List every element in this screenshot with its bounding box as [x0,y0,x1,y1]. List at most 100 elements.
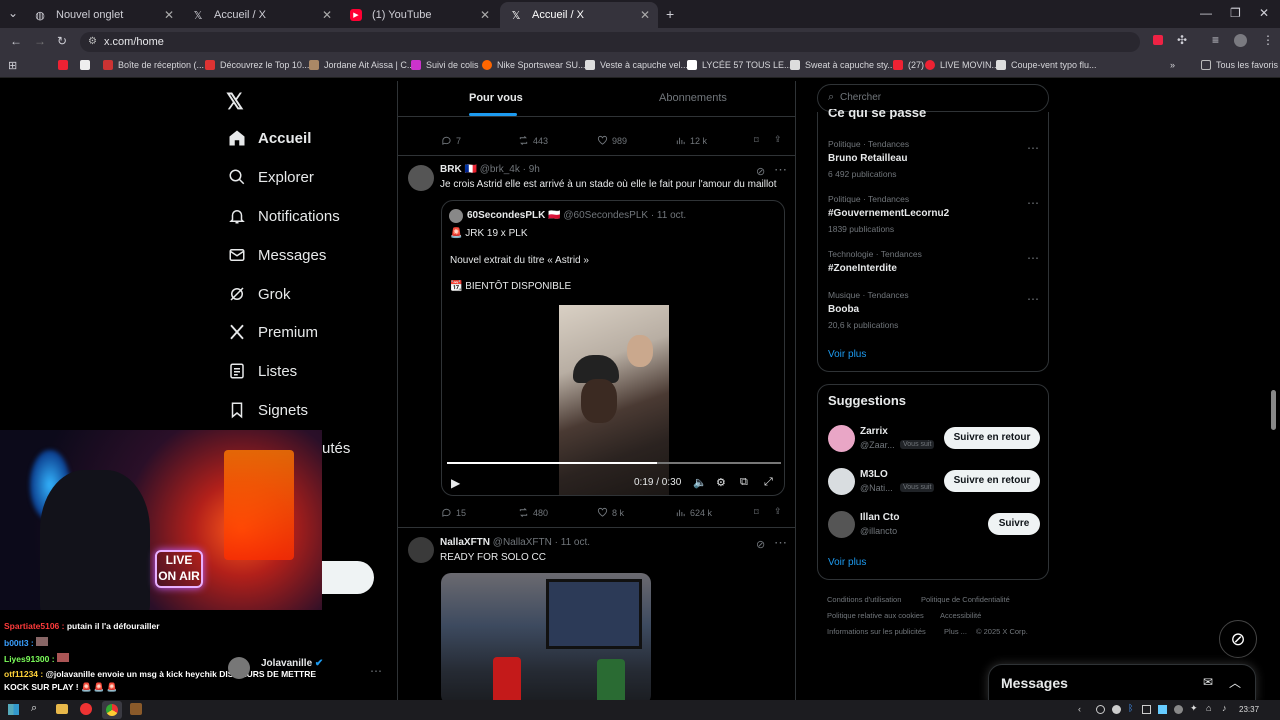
trend-item[interactable]: Politique · Tendances #GouvernementLecor… [828,194,949,234]
x-logo-icon[interactable]: 𝕏 [226,89,244,115]
tray-icon[interactable] [1174,705,1183,714]
bookmark-item[interactable]: Nike Sportswear SU... [482,60,586,70]
bookmark-item[interactable]: (27) [893,60,924,70]
author-name[interactable]: NallaXFTN [440,537,490,548]
footer-link[interactable]: Informations sur les publicités [827,627,926,636]
tray-icon[interactable] [1158,705,1167,714]
pip-icon[interactable]: ⧉ [740,476,748,489]
grok-icon[interactable]: ⊘ [756,165,765,178]
more-icon[interactable]: ⋯ [1027,141,1039,155]
volume-icon[interactable]: ♪ [1222,703,1227,713]
grok-fab-icon[interactable]: ⊘ [1219,620,1257,658]
footer-link[interactable]: Plus ... [944,627,967,636]
tab-youtube[interactable]: ▶ (1) YouTube ✕ [340,2,498,28]
more-bookmarks-icon[interactable]: » [1170,60,1175,70]
nav-notifications[interactable]: Notifications [228,207,340,225]
chrome-taskbar-button[interactable] [102,701,122,719]
scrollbar-thumb[interactable] [1271,390,1276,430]
bookmark-item[interactable]: Sweat à capuche sty... [790,60,895,70]
search-icon[interactable]: ⌕ [31,702,37,715]
reply-button[interactable]: 15 [441,507,466,518]
like-button[interactable]: 8 k [597,507,624,518]
forward-icon[interactable]: → [34,34,46,48]
avatar[interactable] [828,468,855,495]
bookmark-item[interactable]: Boîte de réception (... [103,60,204,70]
extension-icon[interactable] [1153,35,1163,45]
reply-button[interactable]: 7 [441,135,461,146]
video-progress-track[interactable] [447,462,781,464]
more-icon[interactable]: ⋯ [370,664,382,678]
follow-button[interactable]: Suivre [988,513,1040,535]
avatar[interactable] [828,511,855,538]
footer-link[interactable]: Politique relative aux cookies [827,611,924,620]
reload-icon[interactable]: ↻ [57,34,67,48]
author-handle[interactable]: @brk_4k [480,164,520,175]
bookmark-item[interactable]: Suivi de colis [411,60,479,70]
media-icon[interactable]: ≡ [1212,33,1219,47]
all-bookmarks-folder[interactable]: Tous les favoris [1201,60,1278,70]
like-button[interactable]: 989 [597,135,627,146]
close-icon[interactable]: ✕ [480,8,490,22]
opera-icon[interactable] [80,703,92,715]
suggestion-name[interactable]: M3LO [860,469,888,480]
share-icon[interactable]: ⇪ [774,134,782,145]
account-avatar[interactable] [228,657,250,679]
trend-item[interactable]: Technologie · Tendances #ZoneInterdite [828,249,922,274]
bookmark-item[interactable]: LIVE MOVIN... [925,60,999,70]
post-time[interactable]: · 11 oct. [555,537,590,548]
app-icon[interactable] [130,703,142,715]
chevron-up-icon[interactable]: ︿ [1229,674,1241,691]
video-player[interactable] [559,305,669,495]
account-name[interactable]: Jolavanille ✔ [261,658,323,669]
more-icon[interactable]: ⋯ [1027,292,1039,306]
nav-listes[interactable]: Listes [228,362,297,380]
avatar[interactable] [828,425,855,452]
minimize-icon[interactable]: — [1200,6,1212,20]
footer-link[interactable]: Politique de Confidentialité [921,595,1010,604]
more-icon[interactable]: ⋯ [774,535,787,551]
play-icon[interactable]: ▶ [451,476,460,490]
more-icon[interactable]: ⋯ [1027,251,1039,265]
tab-search-icon[interactable]: ⌄ [8,6,18,20]
close-icon[interactable]: ✕ [640,8,650,22]
nav-accueil[interactable]: Accueil [228,129,311,147]
volume-icon[interactable]: 🔈 [693,476,707,489]
clock[interactable]: 23:37 [1239,705,1259,714]
tab-nouvel-onglet[interactable]: ◍ Nouvel onglet ✕ [24,2,182,28]
views-button[interactable]: 624 k [675,507,712,518]
windows-start-icon[interactable] [8,704,19,715]
nav-explorer[interactable]: Explorer [228,168,314,186]
tray-icon[interactable] [1112,705,1121,714]
tray-icon[interactable] [1142,705,1151,714]
tab-accueil-x-active[interactable]: 𝕏 Accueil / X ✕ [500,2,658,28]
post-time[interactable]: · 9h [523,164,540,175]
repost-button[interactable]: 480 [518,507,548,518]
nav-grok[interactable]: Grok [228,285,291,303]
bookmark-item[interactable]: LYCÉE 57 TOUS LE... [687,60,792,70]
file-explorer-icon[interactable] [56,704,68,714]
follow-back-button[interactable]: Suivre en retour [944,470,1040,492]
tray-chevron-icon[interactable]: ‹ [1078,704,1081,714]
views-button[interactable]: 12 k [675,135,707,146]
menu-icon[interactable]: ⋮ [1262,33,1274,47]
nav-premium[interactable]: Premium [228,323,318,341]
footer-link[interactable]: Conditions d'utilisation [827,595,901,604]
address-bar[interactable]: ⚙ x.com/home [80,32,1140,52]
see-more-link[interactable]: Voir plus [828,349,866,360]
new-message-icon[interactable]: ✉ [1203,675,1213,689]
footer-link[interactable]: Accessibilité [940,611,981,620]
bookmark-item[interactable]: Coupe-vent typo flu... [996,60,1097,70]
close-icon[interactable]: ✕ [164,8,174,22]
bookmark-item[interactable]: Découvrez le Top 10... [205,60,309,70]
new-tab-icon[interactable]: + [666,6,674,22]
grok-icon[interactable]: ⊘ [756,538,765,551]
share-icon[interactable]: ⇪ [774,506,782,517]
bookmark-item[interactable]: Veste à capuche vel... [585,60,688,70]
extensions-puzzle-icon[interactable]: ✣ [1177,33,1187,47]
post-image[interactable] [441,573,651,705]
avatar[interactable] [408,165,434,191]
search-input[interactable]: ⌕ Chercher [817,84,1049,112]
nav-messages[interactable]: Messages [228,246,326,264]
bookmark-youtube[interactable] [58,60,73,70]
trend-item[interactable]: Musique · Tendances Booba 20,6 k publica… [828,290,909,330]
